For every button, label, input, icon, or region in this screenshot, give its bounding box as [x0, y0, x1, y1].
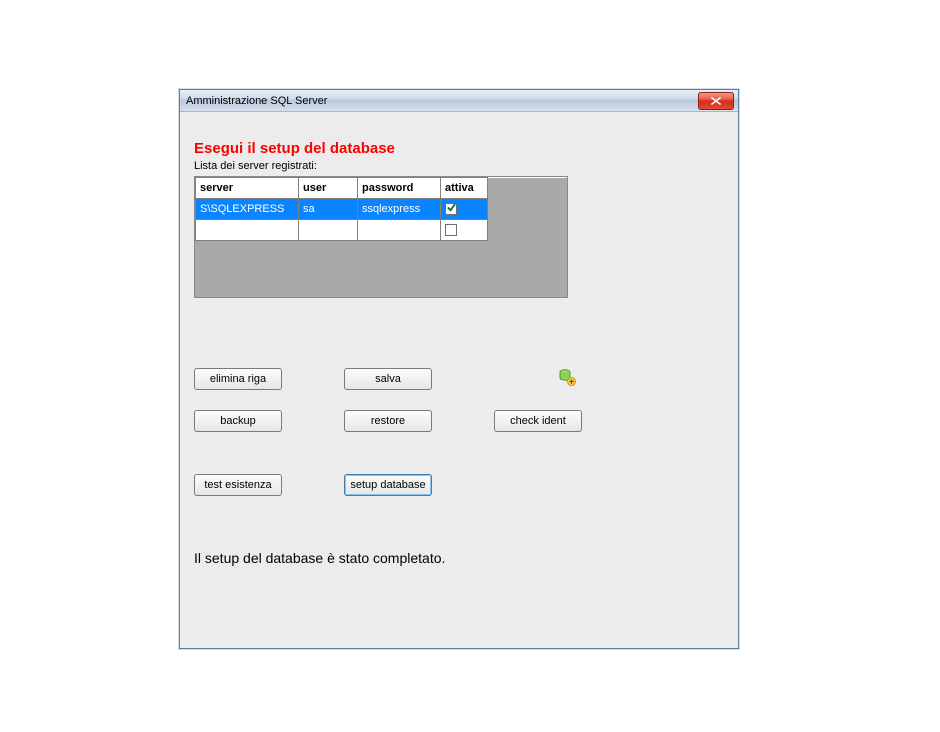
cell-user[interactable]: sa — [299, 199, 358, 220]
table-header-row: server user password attiva — [196, 178, 567, 199]
cell-server[interactable] — [196, 220, 299, 241]
page-title: Esegui il setup del database — [194, 140, 395, 157]
titlebar: Amministrazione SQL Server — [180, 90, 738, 112]
cell-password[interactable]: ssqlexpress — [358, 199, 441, 220]
window: Amministrazione SQL Server Esegui il set… — [179, 89, 739, 649]
col-header-attiva[interactable]: attiva — [441, 178, 488, 199]
test-esistenza-button[interactable]: test esistenza — [194, 474, 282, 496]
cell-attiva[interactable] — [441, 220, 488, 241]
table-row[interactable]: S\SQLEXPRESS sa ssqlexpress — [196, 199, 567, 220]
cell-server[interactable]: S\SQLEXPRESS — [196, 199, 299, 220]
status-message: Il setup del database è stato completato… — [194, 550, 445, 566]
restore-button[interactable]: restore — [344, 410, 432, 432]
col-header-password[interactable]: password — [358, 178, 441, 199]
active-checkbox[interactable] — [445, 203, 457, 215]
active-checkbox[interactable] — [445, 224, 457, 236]
close-icon — [711, 97, 721, 105]
col-header-user[interactable]: user — [299, 178, 358, 199]
setup-database-button[interactable]: setup database — [344, 474, 432, 496]
cell-attiva[interactable] — [441, 199, 488, 220]
server-grid[interactable]: server user password attiva S\SQLEXPRESS… — [194, 176, 568, 298]
table-row[interactable] — [196, 220, 567, 241]
col-header-server[interactable]: server — [196, 178, 299, 199]
check-ident-button[interactable]: check ident — [494, 410, 582, 432]
client-area: Esegui il setup del database Lista dei s… — [180, 112, 738, 648]
page-subtitle: Lista dei server registrati: — [194, 160, 317, 172]
close-button[interactable] — [698, 92, 734, 110]
cell-user[interactable] — [299, 220, 358, 241]
window-title: Amministrazione SQL Server — [186, 95, 698, 107]
backup-button[interactable]: backup — [194, 410, 282, 432]
database-add-icon[interactable] — [558, 368, 576, 386]
elimina-riga-button[interactable]: elimina riga — [194, 368, 282, 390]
salva-button[interactable]: salva — [344, 368, 432, 390]
cell-password[interactable] — [358, 220, 441, 241]
